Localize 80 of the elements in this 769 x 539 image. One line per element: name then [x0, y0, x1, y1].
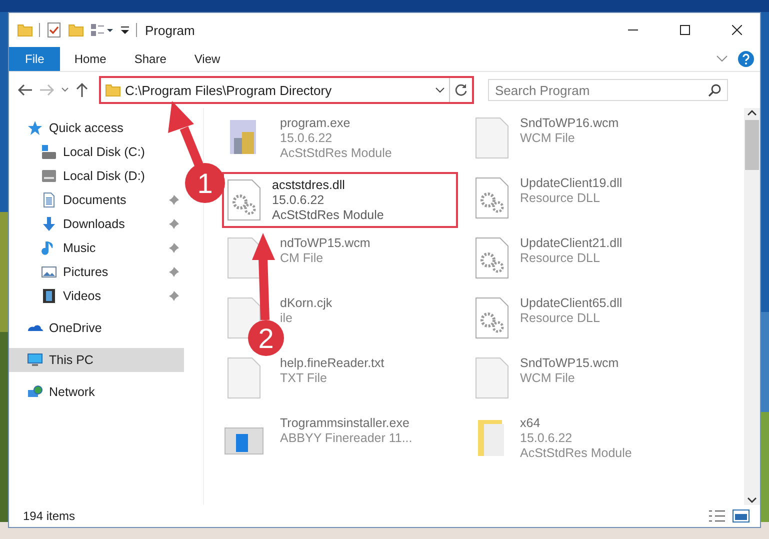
file-detail: Resource DLL [520, 191, 601, 205]
file-detail: CM File [280, 251, 324, 265]
file-detail: WCM File [520, 371, 576, 385]
scroll-thumb[interactable] [745, 120, 759, 170]
scroll-down-icon[interactable] [747, 495, 757, 505]
download-icon [41, 216, 57, 232]
file-detail: 15.0.6.22 [520, 431, 574, 445]
nav-item[interactable]: OneDrive [9, 316, 108, 340]
file-name: Trogrammsinstaller.exe [280, 416, 410, 430]
folder-icon [17, 22, 33, 38]
refresh-icon[interactable] [454, 83, 468, 97]
dropdown-icon[interactable] [120, 24, 130, 36]
minimize-icon[interactable] [628, 29, 638, 31]
details-view-icon[interactable] [708, 509, 726, 523]
nav-item[interactable]: Music [9, 236, 184, 260]
file-name: UpdateClient65.dll [520, 296, 622, 310]
search-icon [708, 83, 722, 97]
back-icon[interactable] [17, 83, 33, 97]
ribbon-tab[interactable]: Share [120, 47, 180, 71]
picture-icon [41, 264, 57, 280]
up-icon[interactable] [75, 82, 89, 98]
file-name: dKorn.cjk [280, 296, 332, 310]
nav-item[interactable]: Network [9, 380, 101, 404]
scrollbar[interactable] [744, 108, 760, 505]
file-detail: ABBYY Finereader 11... [280, 431, 412, 445]
file-item[interactable]: acststdres.dll 15.0.6.22 AcStStdRes Module [222, 172, 458, 228]
star-icon [27, 120, 43, 136]
file-detail: TXT File [280, 371, 328, 385]
file-tab[interactable]: File [9, 47, 60, 71]
nav-item[interactable]: Local Disk (C:) [9, 140, 151, 164]
file-detail: Resource DLL [520, 311, 601, 325]
close-icon[interactable] [732, 25, 742, 35]
item-count: 194 items [23, 509, 76, 523]
network-icon [27, 384, 43, 400]
file-name: UpdateClient19.dll [520, 176, 622, 190]
nav-item[interactable]: Videos [9, 284, 184, 308]
nav-item[interactable]: This PC [9, 348, 184, 372]
film-icon [41, 288, 57, 304]
search-field[interactable]: Search Program [488, 79, 728, 101]
folder-icon [105, 82, 121, 98]
window-title: Program [145, 22, 195, 38]
thumbnail-view-icon[interactable] [732, 509, 750, 523]
document-icon [41, 192, 57, 208]
file-name: x64 [520, 416, 542, 430]
ribbon-tab[interactable]: Home [60, 47, 120, 71]
file-detail: AcStStdRes Module [520, 446, 632, 460]
file-name: SndToWP16.wcm [520, 116, 619, 130]
drive-icon [41, 168, 57, 184]
file-name: help.fineReader.txt [280, 356, 384, 370]
file-name: UpdateClient21.dll [520, 236, 622, 250]
file-name: SndToWP15.wcm [520, 356, 619, 370]
file-detail: AcStStdRes Module [272, 208, 384, 222]
file-detail: 15.0.6.22 [280, 131, 334, 145]
file-detail: Resource DLL [520, 251, 601, 265]
maximize-icon[interactable] [680, 25, 690, 35]
view-options-icon[interactable] [90, 22, 114, 38]
nav-item[interactable]: Downloads [9, 212, 184, 236]
file-name: program.exe [280, 116, 352, 130]
nav-item[interactable]: Documents [9, 188, 184, 212]
address-bar[interactable]: C:\Program Files\Program Directory [101, 78, 450, 102]
scroll-up-icon[interactable] [747, 108, 757, 118]
nav-item[interactable]: Quick access [9, 116, 130, 140]
file-detail: AcStStdRes Module [280, 146, 392, 160]
drive-icon [41, 144, 57, 160]
new-folder-icon [68, 22, 84, 38]
step-badge: 1 [185, 163, 225, 203]
ribbon-tab[interactable]: View [180, 47, 234, 71]
arrow [168, 101, 204, 167]
caret-icon[interactable] [435, 87, 445, 93]
file-name: ndToWP15.wcm [280, 236, 370, 250]
monitor-icon [27, 352, 43, 368]
help-icon[interactable] [738, 51, 754, 67]
caret-icon[interactable] [61, 87, 69, 93]
file-detail: WCM File [520, 131, 576, 145]
properties-icon[interactable] [46, 22, 62, 38]
chevron-icon[interactable] [716, 55, 728, 63]
nav-item[interactable]: Pictures [9, 260, 184, 284]
file-name: acststdres.dll [272, 178, 346, 192]
file-detail: 15.0.6.22 [272, 193, 326, 207]
nav-item[interactable]: Local Disk (D:) [9, 164, 151, 188]
